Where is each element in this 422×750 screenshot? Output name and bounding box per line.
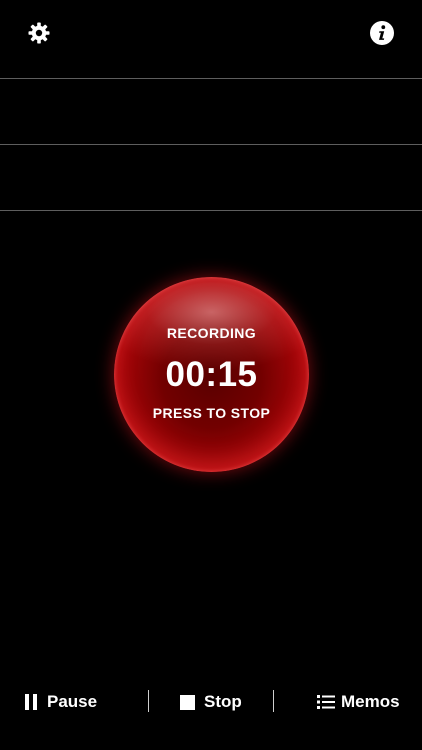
memos-button[interactable]: Memos bbox=[317, 680, 400, 724]
divider-line bbox=[0, 78, 422, 79]
stop-icon bbox=[180, 694, 195, 710]
stop-label: Stop bbox=[204, 692, 242, 711]
stop-button[interactable]: Stop bbox=[180, 680, 242, 724]
pause-label: Pause bbox=[47, 692, 98, 711]
record-stop-button[interactable]: RECORDING 00:15 PRESS TO STOP bbox=[114, 277, 309, 472]
elapsed-time: 00:15 bbox=[165, 355, 258, 394]
info-icon[interactable] bbox=[370, 21, 394, 45]
top-bar bbox=[0, 0, 422, 66]
divider-line bbox=[0, 210, 422, 211]
divider-line bbox=[0, 144, 422, 145]
bottom-toolbar: Pause Stop Memos bbox=[0, 680, 422, 724]
gear-icon[interactable] bbox=[27, 21, 51, 45]
toolbar-separator bbox=[273, 690, 274, 712]
pause-icon bbox=[24, 694, 38, 710]
recording-status-label: RECORDING bbox=[166, 325, 257, 341]
press-to-stop-hint: PRESS TO STOP bbox=[152, 405, 271, 421]
list-icon bbox=[317, 695, 335, 709]
toolbar-separator bbox=[148, 690, 149, 712]
pause-button[interactable]: Pause bbox=[24, 680, 97, 724]
memos-label: Memos bbox=[341, 692, 400, 711]
